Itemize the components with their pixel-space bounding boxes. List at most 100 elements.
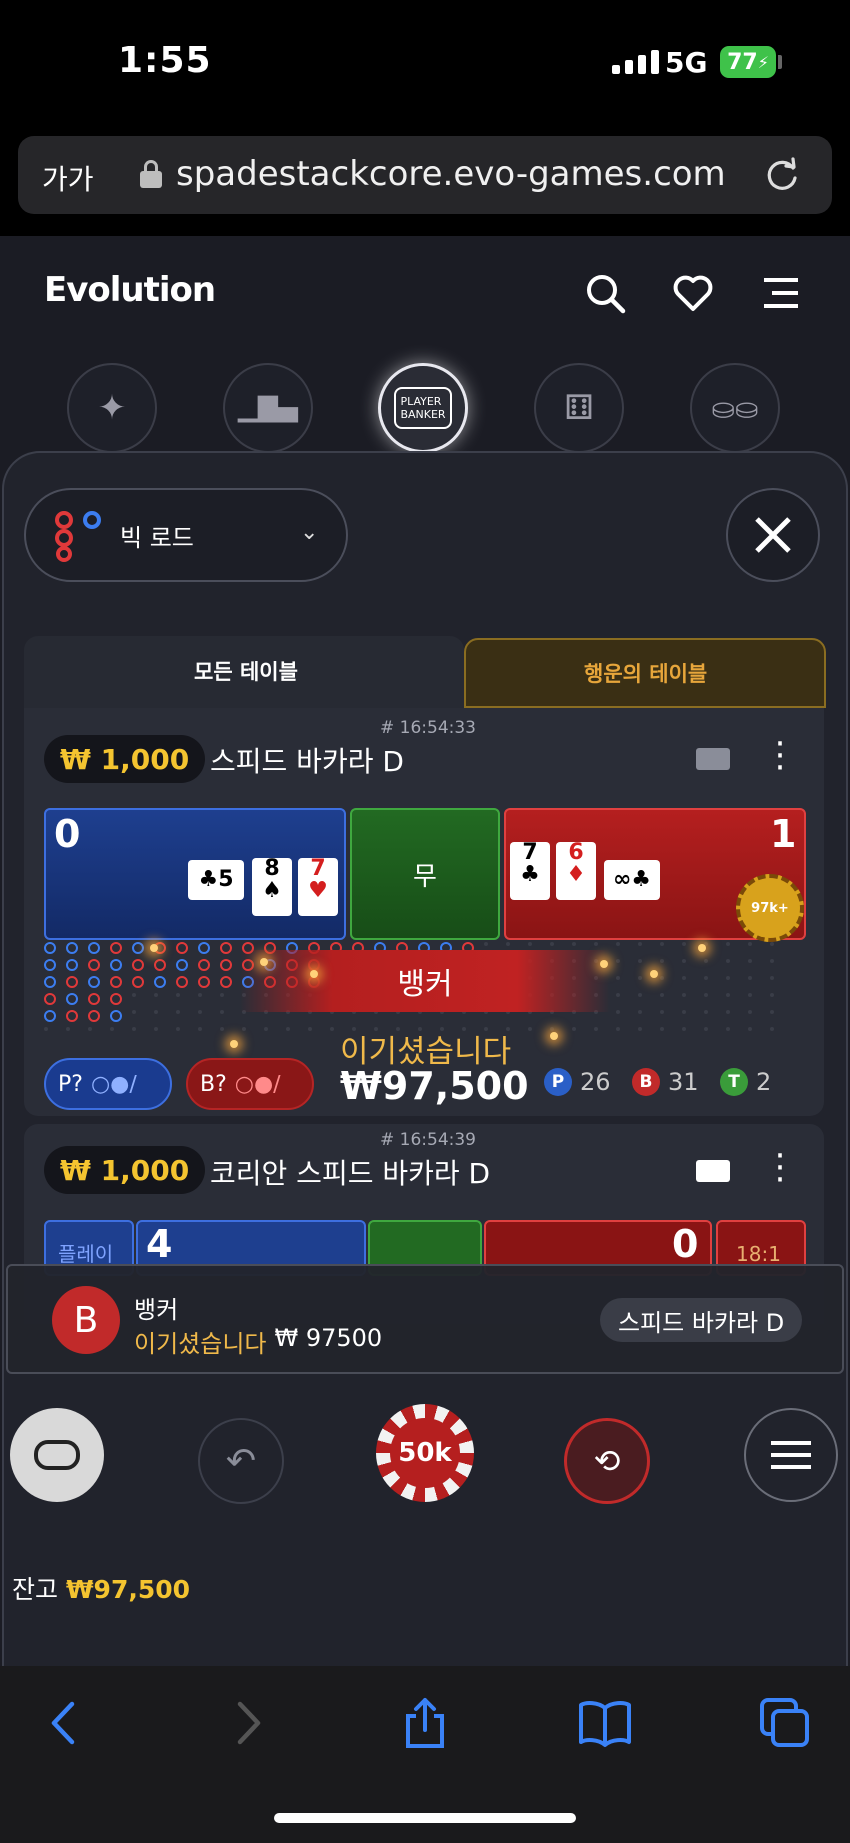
tie-bet-area[interactable]: 무 <box>350 808 500 940</box>
road-bead <box>528 942 532 946</box>
notification-table-name[interactable]: 스피드 바카라 D <box>600 1298 803 1342</box>
search-icon[interactable] <box>584 272 626 314</box>
tabs-icon[interactable] <box>758 1696 812 1750</box>
banker-score: 0 <box>672 1222 699 1266</box>
road-bead <box>682 1010 686 1014</box>
road-bead <box>132 1010 136 1014</box>
game-menu-button[interactable] <box>744 1408 838 1502</box>
player-dot: P <box>544 1068 572 1096</box>
road-bead <box>638 1010 642 1014</box>
category-chips[interactable]: ⛀⛀ <box>690 363 780 453</box>
category-baccarat[interactable]: PLAYER BANKER <box>378 363 468 453</box>
road-bead <box>726 1010 730 1014</box>
battery-indicator: 77 ⚡ <box>720 46 776 78</box>
balance: 잔고 ₩97,500 <box>12 1570 190 1606</box>
player-prediction-label: P? <box>58 1071 83 1097</box>
chip-badge-label: 97k+ <box>751 900 789 916</box>
menu-icon[interactable] <box>760 272 802 314</box>
road-bead <box>770 1010 774 1014</box>
notification-title: 뱅커 <box>134 1296 179 1324</box>
road-bead <box>176 993 180 997</box>
playing-card: 7 ♣ <box>510 842 550 900</box>
video-camera-icon[interactable] <box>696 1160 730 1182</box>
road-bead <box>704 993 708 997</box>
tie-count-value: 2 <box>756 1068 772 1096</box>
road-bead <box>176 959 188 971</box>
playing-card: 6 ♦ <box>556 842 596 900</box>
undo-button[interactable]: ↶ <box>198 1418 284 1504</box>
min-bet-badge: ₩ 1,000 <box>44 1146 206 1194</box>
player-score: 4 <box>146 1222 173 1266</box>
bookmarks-icon[interactable] <box>578 1696 632 1750</box>
baccarat-icon: PLAYER BANKER <box>394 387 452 429</box>
road-bead <box>198 993 202 997</box>
road-bead <box>176 976 188 988</box>
road-bead <box>220 993 224 997</box>
battery-level: 77 <box>727 49 758 75</box>
road-bead <box>110 942 122 954</box>
category-dice[interactable]: ⚅ <box>534 363 624 453</box>
road-bead <box>44 1010 56 1022</box>
close-button[interactable] <box>726 488 820 582</box>
road-bead <box>638 993 642 997</box>
prediction-beads-icon: ○●∕ <box>234 1071 281 1097</box>
road-bead <box>550 942 554 946</box>
road-bead <box>616 1027 620 1031</box>
road-bead <box>44 1027 48 1031</box>
road-bead <box>704 1027 708 1031</box>
road-bead <box>198 959 210 971</box>
road-bead <box>198 1027 202 1031</box>
road-bead <box>88 942 100 954</box>
view-toggle-button[interactable] <box>10 1408 104 1502</box>
chips-icon: ⛀⛀ <box>711 391 759 425</box>
video-camera-icon[interactable] <box>696 748 730 770</box>
playing-card: ∞♣ <box>604 860 660 900</box>
road-bead <box>704 976 708 980</box>
close-icon <box>755 517 791 553</box>
url-text[interactable]: spadestackcore.evo-games.com <box>176 154 726 194</box>
table-title: 코리안 스피드 바카라 D <box>210 1157 491 1190</box>
road-bead <box>132 993 136 997</box>
chip-value: 50k <box>390 1418 460 1488</box>
road-bead <box>110 1010 122 1022</box>
category-leaderboard[interactable]: ▁▇▄ <box>223 363 313 453</box>
more-options-icon[interactable]: · · · <box>760 1139 800 1197</box>
road-bead <box>660 1027 664 1031</box>
more-options-icon[interactable]: · · · <box>760 727 800 785</box>
share-icon[interactable] <box>398 1696 452 1750</box>
road-bead <box>44 976 56 988</box>
forward-icon[interactable] <box>220 1696 274 1750</box>
road-bead <box>528 1027 532 1031</box>
playing-card: 8 ♠ <box>252 858 292 916</box>
road-bead <box>308 1027 312 1031</box>
text-size-button[interactable]: 가가 <box>42 158 94 198</box>
undo-icon: ↶ <box>225 1440 257 1482</box>
road-bead <box>594 1027 598 1031</box>
home-indicator <box>274 1813 576 1823</box>
road-bead <box>66 993 78 1005</box>
banner-text: 뱅커 <box>397 967 453 1002</box>
road-bead <box>220 959 232 971</box>
road-bead <box>660 993 664 997</box>
rebet-icon: ⟲ <box>593 1442 621 1480</box>
reload-icon[interactable] <box>762 156 802 196</box>
favorite-heart-icon[interactable] <box>672 272 714 314</box>
player-prediction-button[interactable]: P? ○●∕ <box>44 1058 172 1110</box>
road-bead <box>110 1027 114 1031</box>
back-icon[interactable] <box>38 1696 92 1750</box>
road-bead <box>264 1027 268 1031</box>
banker-prediction-button[interactable]: B? ○●∕ <box>186 1058 314 1110</box>
road-bead <box>198 1010 202 1014</box>
dice-icon: ⚅ <box>564 388 594 428</box>
network-label: 5G <box>665 46 708 79</box>
sparkle <box>600 960 608 968</box>
player-count: P 26 <box>544 1068 611 1096</box>
tie-dot: T <box>720 1068 748 1096</box>
road-bead <box>616 993 620 997</box>
category-featured[interactable]: ✦ <box>67 363 157 453</box>
chip-selector[interactable]: 50k <box>376 1404 474 1502</box>
road-bead <box>726 1027 730 1031</box>
road-bead <box>616 959 620 963</box>
rebet-button[interactable]: ⟲ <box>564 1418 650 1504</box>
road-bead <box>154 976 166 988</box>
